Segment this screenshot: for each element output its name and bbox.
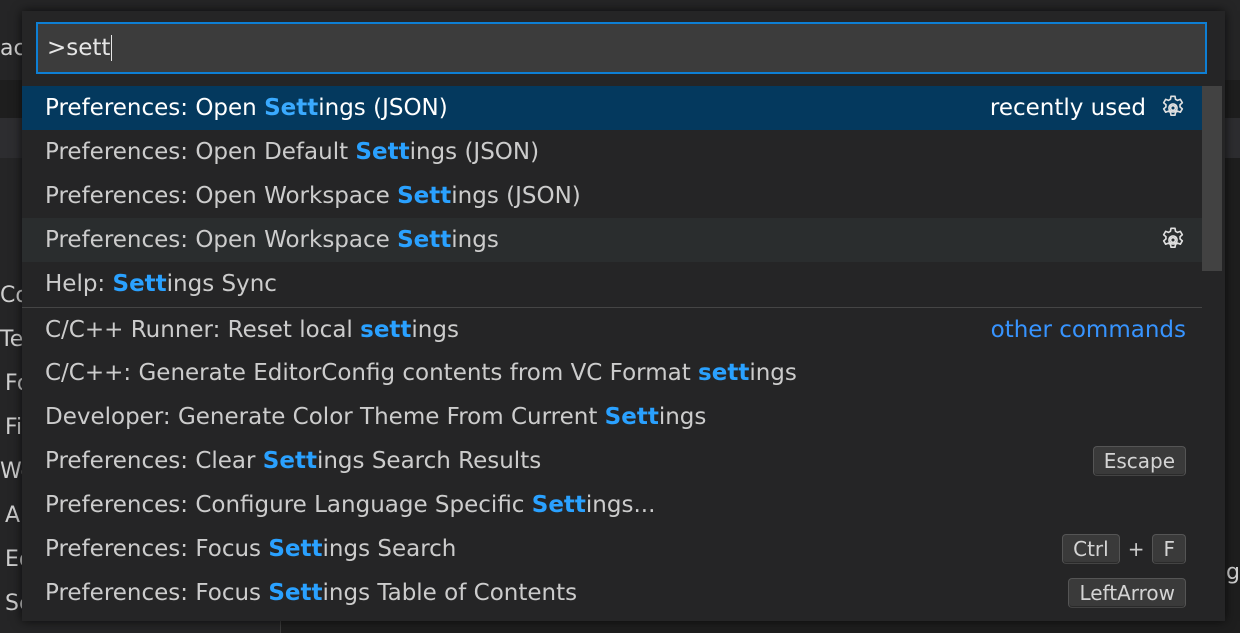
command-palette-input[interactable]: >sett bbox=[36, 22, 1207, 74]
key-label: Ctrl bbox=[1062, 534, 1120, 564]
key-label: LeftArrow bbox=[1068, 578, 1186, 608]
command-item[interactable]: Help: Settings Sync bbox=[22, 262, 1202, 306]
keybinding: Ctrl + F bbox=[1062, 534, 1186, 564]
other-commands-label: other commands bbox=[990, 316, 1186, 343]
command-label: Developer: Generate Color Theme From Cur… bbox=[45, 404, 1202, 430]
match-highlight: Sett bbox=[112, 271, 167, 297]
match-highlight: Sett bbox=[604, 404, 659, 430]
command-item[interactable]: Preferences: Open Workspace Settings bbox=[22, 218, 1202, 262]
command-label: Preferences: Open Workspace Settings (JS… bbox=[45, 183, 1202, 209]
keybinding-separator: + bbox=[1127, 537, 1145, 561]
command-label-text: Developer: Generate Color Theme From Cur… bbox=[45, 404, 605, 430]
command-label-text: Help: bbox=[45, 271, 113, 297]
command-label-text: Preferences: Focus bbox=[45, 536, 269, 562]
command-label-text: C/C++ Runner: Reset local bbox=[45, 316, 361, 343]
command-label-text: Preferences: Open Default bbox=[45, 139, 356, 165]
command-item[interactable]: Preferences: Focus Settings Table of Con… bbox=[22, 571, 1202, 615]
command-label-text: ings Search bbox=[322, 536, 457, 562]
key-label: Escape bbox=[1092, 446, 1186, 476]
recently-used-label: recently used bbox=[989, 95, 1146, 121]
command-list: Preferences: Open Settings (JSON) recentl… bbox=[22, 86, 1225, 621]
match-highlight: Sett bbox=[262, 448, 317, 474]
sidebar-fragment: Fi bbox=[5, 415, 23, 440]
command-label: Preferences: Open Workspace Settings bbox=[45, 227, 1158, 253]
command-item[interactable]: C/C++: Generate EditorConfig contents fr… bbox=[22, 351, 1202, 395]
command-label-text: ings Table of Contents bbox=[322, 580, 578, 606]
command-label-text: Preferences: Focus bbox=[45, 580, 269, 606]
list-scrollbar[interactable] bbox=[1202, 86, 1222, 271]
match-highlight: sett bbox=[360, 316, 412, 343]
key-label: F bbox=[1152, 534, 1186, 564]
match-highlight: Sett bbox=[264, 95, 319, 121]
command-label-text: ings bbox=[451, 227, 499, 253]
match-highlight: Sett bbox=[397, 227, 452, 253]
match-highlight: Sett bbox=[355, 139, 410, 165]
command-label-text: ings bbox=[411, 316, 459, 343]
command-item[interactable]: Preferences: Open Workspace Settings (JS… bbox=[22, 174, 1202, 218]
command-label: Help: Settings Sync bbox=[45, 271, 1202, 297]
command-palette-input-value: >sett bbox=[47, 35, 111, 61]
command-item[interactable]: Preferences: Open Default Settings (JSON… bbox=[22, 130, 1202, 174]
command-label-text: ings (JSON) bbox=[318, 95, 448, 121]
match-highlight: Sett bbox=[397, 183, 452, 209]
match-highlight: Sett bbox=[268, 580, 323, 606]
command-item[interactable]: Preferences: Configure Language Specific… bbox=[22, 483, 1202, 527]
command-item[interactable]: Preferences: Focus Settings Search Ctrl + F bbox=[22, 527, 1202, 571]
command-label-text: Preferences: Open bbox=[45, 95, 265, 121]
command-item[interactable]: Preferences: Open Settings (JSON) recentl… bbox=[22, 86, 1202, 130]
command-item[interactable]: Developer: Generate Color Theme From Cur… bbox=[22, 395, 1202, 439]
match-highlight: sett bbox=[698, 360, 750, 386]
command-palette: >sett Preferences: Open Settings (JSON) r… bbox=[22, 11, 1225, 621]
match-highlight: Sett bbox=[268, 536, 323, 562]
command-label-text: Preferences: Clear bbox=[45, 448, 263, 474]
gear-icon[interactable] bbox=[1158, 225, 1188, 255]
command-label-text: ings bbox=[749, 360, 797, 386]
command-label-text: Preferences: Open Workspace bbox=[45, 183, 398, 209]
command-label-text: ings Sync bbox=[166, 271, 277, 297]
command-label: Preferences: Clear Settings Search Resul… bbox=[45, 448, 1093, 474]
command-label-text: C/C++: Generate EditorConfig contents fr… bbox=[45, 360, 699, 386]
sidebar-fragment: A bbox=[5, 503, 21, 528]
command-item[interactable]: C/C++ Runner: Reset local settings other … bbox=[22, 307, 1202, 351]
command-label-text: ings Search Results bbox=[316, 448, 542, 474]
command-label: Preferences: Open Settings (JSON) bbox=[45, 95, 990, 121]
match-highlight: Sett bbox=[531, 492, 586, 518]
command-label: Preferences: Focus Settings Table of Con… bbox=[45, 580, 1068, 606]
keybinding: LeftArrow bbox=[1068, 578, 1186, 608]
text-caret bbox=[111, 35, 113, 61]
command-label-text: ings (JSON) bbox=[409, 139, 540, 165]
command-label: C/C++ Runner: Reset local settings bbox=[45, 317, 991, 343]
command-label: C/C++: Generate EditorConfig contents fr… bbox=[45, 360, 1202, 386]
command-label-text: ings bbox=[658, 404, 707, 430]
command-label: Preferences: Configure Language Specific… bbox=[45, 492, 1202, 518]
command-label: Preferences: Focus Settings Search bbox=[45, 536, 1062, 562]
command-label: Preferences: Open Default Settings (JSON… bbox=[45, 139, 1202, 165]
gear-icon[interactable] bbox=[1158, 93, 1188, 123]
command-item[interactable]: Preferences: Clear Settings Search Resul… bbox=[22, 439, 1202, 483]
keybinding: Escape bbox=[1092, 446, 1186, 476]
command-label-text: ings... bbox=[585, 492, 656, 518]
command-label-text: Preferences: Configure Language Specific bbox=[45, 492, 532, 518]
command-label-text: Preferences: Open Workspace bbox=[45, 227, 398, 253]
command-label-text: ings (JSON) bbox=[451, 183, 581, 209]
